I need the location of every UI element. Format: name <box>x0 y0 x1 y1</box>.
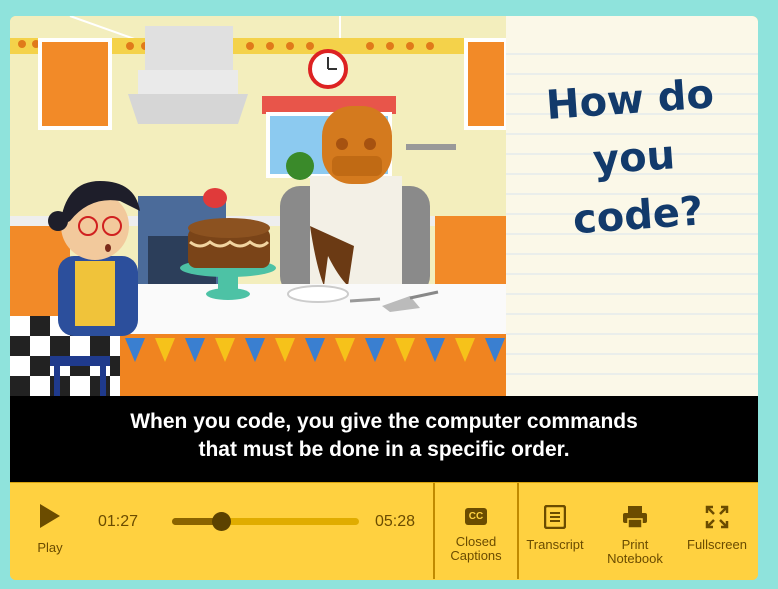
transcript-button[interactable]: Transcript <box>522 504 588 552</box>
play-icon <box>40 504 60 528</box>
play-label: Play <box>37 540 63 555</box>
closed-captions-content: CC Closed Captions <box>435 507 517 563</box>
cc-label-1: Closed <box>455 534 497 549</box>
printer-icon <box>623 506 647 529</box>
transcript-label: Transcript <box>526 537 584 552</box>
caption-line-1: When you code, you give the computer com… <box>130 410 638 433</box>
video-player: How do you code? When you code, you give… <box>10 16 758 580</box>
elapsed-time: 01:27 <box>98 513 139 530</box>
duration-time: 05:28 <box>375 513 416 530</box>
caption-bar: When you code, you give the computer com… <box>10 396 758 482</box>
print-notebook-button[interactable]: Print Notebook <box>602 505 668 566</box>
print-label-1: Print <box>621 537 649 552</box>
progress-knob[interactable] <box>211 512 231 531</box>
notebook-title: How do you code? <box>544 71 716 244</box>
notebook-panel: How do you code? <box>506 16 758 396</box>
play-button[interactable]: Play <box>28 503 72 555</box>
transcript-icon <box>543 504 567 530</box>
kitchen-illustration <box>10 16 506 396</box>
closed-captions-button[interactable]: CC Closed Captions <box>433 483 519 579</box>
progress-track[interactable] <box>172 512 359 531</box>
caption-text: When you code, you give the computer com… <box>10 408 758 464</box>
fullscreen-label: Fullscreen <box>687 537 747 552</box>
player-controls: Play 01:27 05:28 CC Closed Captions Tran… <box>10 482 758 580</box>
print-label-2: Notebook <box>607 551 663 566</box>
cc-label-2: Captions <box>450 548 502 563</box>
fullscreen-icon <box>705 505 729 529</box>
fullscreen-button[interactable]: Fullscreen <box>682 505 752 552</box>
video-scene[interactable] <box>10 16 506 396</box>
cc-icon: CC <box>465 508 487 525</box>
caption-line-2: that must be done in a specific order. <box>198 438 570 461</box>
